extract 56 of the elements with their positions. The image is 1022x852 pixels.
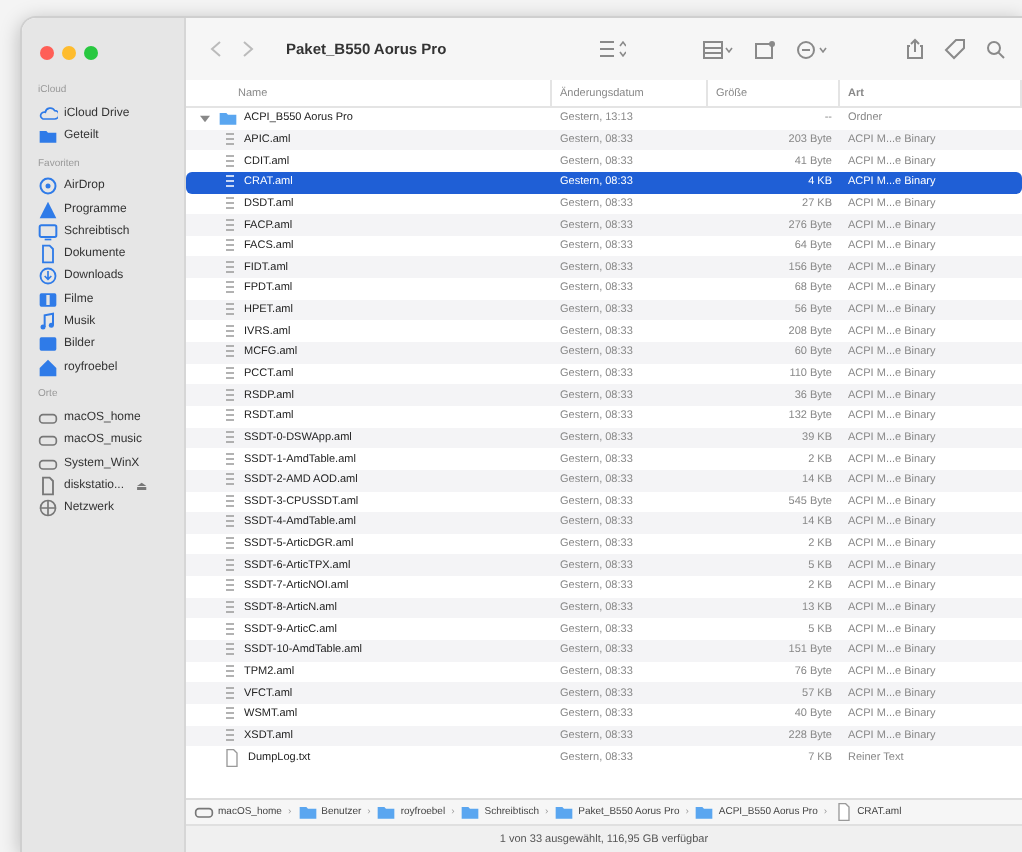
binary-file-icon [222, 685, 238, 702]
tag-icon[interactable] [944, 38, 966, 60]
binary-file-icon [222, 174, 238, 191]
binary-file-icon [222, 366, 238, 382]
apps-icon [38, 199, 58, 220]
text-file-icon [222, 747, 242, 768]
binary-file-icon [222, 408, 238, 425]
search-icon[interactable] [986, 39, 1006, 59]
share-icon[interactable] [906, 38, 924, 60]
film-icon [38, 289, 58, 310]
house-icon [38, 357, 58, 378]
download-icon [38, 266, 58, 287]
folder-icon [38, 125, 58, 146]
binary-file-icon [222, 238, 238, 255]
binary-file-icon [222, 280, 238, 297]
list-view-icon[interactable] [598, 40, 626, 58]
binary-file-icon [222, 195, 238, 212]
binary-file-icon [222, 621, 238, 638]
binary-file-icon [222, 323, 238, 340]
document-icon [38, 475, 58, 496]
binary-file-icon [222, 302, 238, 319]
binary-file-icon [222, 451, 238, 468]
binary-file-icon [222, 131, 238, 148]
expanded-disclosure-icon[interactable] [198, 113, 212, 124]
document-icon [38, 244, 58, 265]
group-icon[interactable] [702, 39, 734, 59]
binary-file-icon [222, 642, 238, 659]
back-icon[interactable] [210, 40, 222, 58]
binary-file-icon [222, 217, 238, 234]
desktop-icon [38, 221, 58, 242]
airdrop-icon [38, 176, 58, 197]
binary-file-icon [222, 153, 238, 170]
network-icon [38, 498, 58, 519]
binary-file-icon [222, 557, 238, 574]
folder-tag-icon[interactable] [754, 39, 776, 59]
forward-icon[interactable] [242, 40, 254, 58]
binary-file-icon [222, 536, 238, 553]
cloud-icon [38, 103, 58, 124]
binary-file-icon [222, 706, 238, 723]
close-button[interactable] [40, 46, 54, 60]
binary-file-icon [222, 344, 238, 361]
binary-file-icon [222, 514, 238, 531]
binary-file-icon [222, 472, 238, 489]
music-note-icon [38, 312, 58, 333]
binary-file-icon [222, 600, 238, 617]
binary-file-icon [222, 429, 238, 446]
binary-file-icon [222, 387, 238, 404]
zoom-button[interactable] [84, 46, 98, 60]
action-icon[interactable] [796, 39, 830, 59]
binary-file-icon [222, 663, 238, 680]
binary-file-icon [222, 727, 238, 744]
binary-file-icon [222, 578, 238, 595]
binary-file-icon [222, 493, 238, 510]
photo-icon [38, 334, 58, 355]
binary-file-icon [222, 259, 238, 276]
folder-icon [218, 108, 238, 129]
